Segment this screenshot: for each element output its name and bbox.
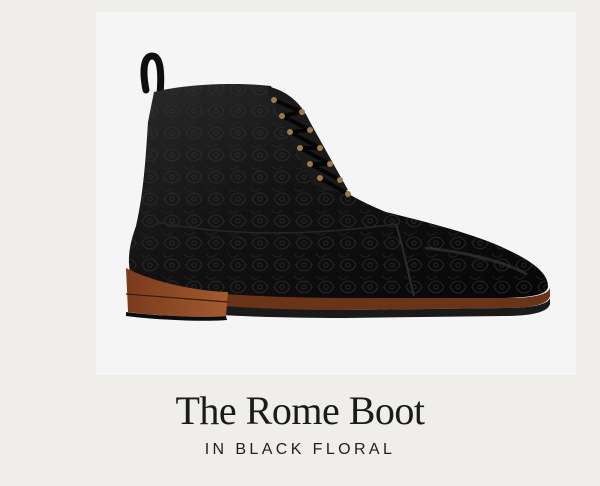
boot-image — [125, 52, 550, 321]
product-card[interactable]: The Rome Boot IN BLACK FLORAL — [0, 0, 600, 486]
pull-tab — [140, 52, 165, 98]
product-image[interactable] — [96, 12, 576, 375]
product-subtitle: IN BLACK FLORAL — [204, 441, 396, 458]
product-title: The Rome Boot — [175, 388, 425, 433]
